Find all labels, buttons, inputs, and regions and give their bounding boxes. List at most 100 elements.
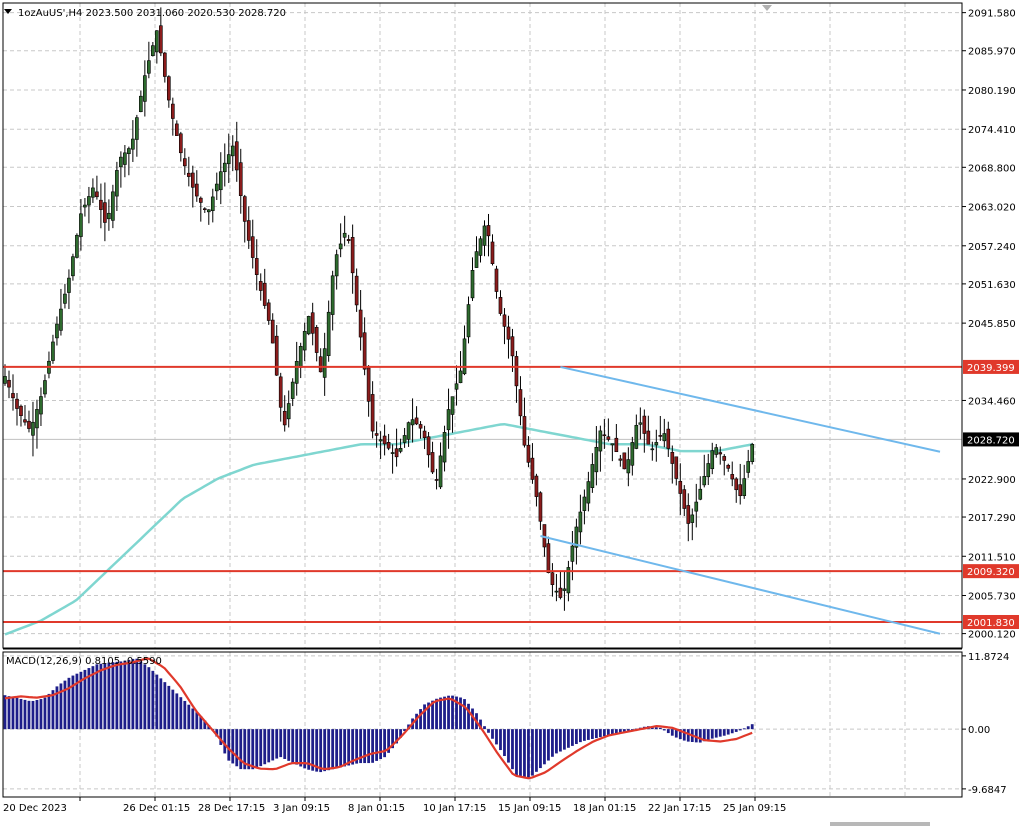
price-tick-label: 2051.630 bbox=[968, 280, 1016, 291]
bear-candle bbox=[490, 241, 495, 264]
bull-candle bbox=[143, 75, 147, 102]
macd-histogram-bar bbox=[419, 709, 422, 730]
bull-candle bbox=[302, 331, 307, 351]
bull-candle bbox=[638, 422, 643, 425]
macd-histogram-bar bbox=[63, 680, 67, 730]
macd-histogram-bar bbox=[343, 729, 347, 767]
bear-candle bbox=[370, 394, 375, 432]
macd-histogram-bar bbox=[127, 659, 131, 730]
macd-histogram-bar bbox=[582, 729, 586, 741]
macd-histogram-bar bbox=[35, 700, 39, 730]
bull-candle bbox=[554, 590, 559, 593]
price-tick-label: 2034.460 bbox=[968, 396, 1016, 407]
time-tick-label: 3 Jan 09:15 bbox=[273, 803, 330, 814]
bear-candle bbox=[642, 415, 647, 434]
macd-histogram-bar bbox=[730, 729, 734, 734]
macd-histogram-bar bbox=[662, 729, 666, 731]
bull-candle bbox=[290, 381, 295, 399]
bear-candle bbox=[718, 452, 723, 455]
price-tick-label: 2000.120 bbox=[968, 630, 1016, 641]
bull-candle bbox=[578, 511, 583, 533]
bull-candle bbox=[71, 256, 75, 277]
macd-histogram-bar bbox=[535, 729, 538, 772]
trading-chart[interactable]: 2039.399 2009.320 2001.830 2091.580 2085.97… bbox=[0, 0, 1024, 827]
bull-candle bbox=[634, 424, 639, 449]
bear-candle bbox=[618, 458, 623, 461]
macd-histogram-bar bbox=[19, 698, 23, 730]
bull-candle bbox=[111, 191, 115, 221]
bull-candle bbox=[650, 448, 655, 451]
macd-histogram-bar bbox=[423, 704, 426, 730]
macd-histogram-bar bbox=[167, 685, 171, 730]
bear-candle bbox=[246, 220, 251, 241]
price-tick-label: 2091.580 bbox=[968, 9, 1016, 20]
bear-candle bbox=[15, 398, 19, 409]
bear-candle bbox=[670, 451, 675, 464]
macd-histogram-bar bbox=[443, 696, 446, 730]
macd-histogram-bar bbox=[23, 699, 27, 730]
price-tick-label: 2045.850 bbox=[968, 319, 1016, 330]
bear-candle bbox=[514, 356, 519, 387]
macd-histogram-bar bbox=[483, 726, 486, 730]
bear-candle bbox=[622, 452, 627, 470]
price-tick-label: 2080.190 bbox=[968, 86, 1016, 97]
bear-candle bbox=[546, 543, 551, 573]
bull-candle bbox=[139, 95, 143, 113]
price-tick-label: 2017.290 bbox=[968, 513, 1016, 524]
time-tick-label: 8 Jan 01:15 bbox=[348, 803, 405, 814]
macd-histogram-bar bbox=[515, 729, 518, 776]
bull-candle bbox=[326, 311, 331, 356]
macd-histogram-bar bbox=[235, 729, 239, 767]
bull-candle bbox=[662, 433, 667, 442]
time-tick-label: 22 Jan 17:15 bbox=[648, 803, 711, 814]
bear-candle bbox=[502, 314, 507, 327]
macd-histogram-bar bbox=[287, 729, 291, 761]
price-tick-label: 2063.020 bbox=[968, 203, 1016, 214]
macd-histogram-bar bbox=[139, 661, 143, 730]
macd-histogram-bar bbox=[227, 729, 231, 761]
price-tick-label: 2085.970 bbox=[968, 47, 1016, 58]
macd-histogram-bar bbox=[742, 728, 746, 730]
level-price-label: 2039.399 bbox=[967, 363, 1015, 374]
time-tick-label: 10 Jan 17:15 bbox=[423, 803, 486, 814]
bull-candle bbox=[286, 403, 291, 420]
macd-histogram-bar bbox=[255, 729, 259, 768]
macd-histogram-bar bbox=[15, 698, 19, 730]
macd-histogram-bar bbox=[47, 693, 51, 730]
bull-candle bbox=[3, 376, 7, 384]
price-tick-label: 2022.900 bbox=[968, 475, 1016, 486]
macd-histogram-bar bbox=[7, 696, 11, 730]
time-tick-label: 26 Dec 01:15 bbox=[123, 803, 190, 814]
bull-candle bbox=[306, 316, 311, 335]
macd-histogram-bar bbox=[231, 729, 235, 764]
scrollbar-thumb[interactable] bbox=[830, 822, 930, 826]
bull-candle bbox=[698, 488, 703, 500]
bear-candle bbox=[526, 444, 531, 463]
bull-candle bbox=[39, 396, 43, 415]
macd-histogram-bar bbox=[594, 729, 598, 739]
bear-candle bbox=[510, 336, 515, 357]
bull-candle bbox=[654, 442, 659, 446]
macd-histogram-bar bbox=[99, 663, 103, 730]
bull-candle bbox=[746, 461, 751, 473]
macd-histogram-bar bbox=[495, 729, 498, 745]
macd-histogram-bar bbox=[239, 729, 243, 770]
bull-candle bbox=[442, 432, 447, 463]
macd-histogram-bar bbox=[11, 697, 15, 730]
bear-candle bbox=[258, 281, 263, 291]
bull-candle bbox=[562, 588, 567, 591]
macd-histogram-bar bbox=[567, 729, 570, 748]
macd-histogram-bar bbox=[135, 658, 139, 730]
bull-candle bbox=[119, 156, 123, 168]
bear-candle bbox=[274, 335, 279, 376]
macd-histogram-bar bbox=[375, 729, 379, 761]
bull-candle bbox=[610, 443, 615, 446]
bull-candle bbox=[226, 154, 231, 165]
bear-candle bbox=[386, 442, 391, 449]
bear-candle bbox=[558, 587, 563, 598]
macd-histogram-bar bbox=[179, 697, 183, 730]
bear-candle bbox=[678, 480, 683, 494]
bull-candle bbox=[694, 501, 699, 512]
level-price-label: 2009.320 bbox=[967, 567, 1015, 578]
bull-candle bbox=[31, 421, 35, 436]
